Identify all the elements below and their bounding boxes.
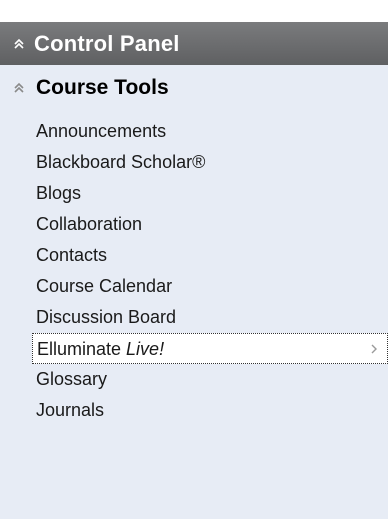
tool-item-journals[interactable]: Journals bbox=[0, 395, 388, 426]
tool-item-elluminate-live[interactable]: Elluminate Live! bbox=[32, 333, 388, 364]
course-tools-section: Course Tools Announcements Blackboard Sc… bbox=[0, 65, 388, 519]
control-panel: Control Panel Course Tools Announcements… bbox=[0, 0, 388, 519]
double-chevron-up-icon bbox=[12, 81, 26, 95]
control-panel-title: Control Panel bbox=[34, 30, 180, 56]
control-panel-header[interactable]: Control Panel bbox=[0, 22, 388, 65]
tool-item-glossary[interactable]: Glossary bbox=[0, 364, 388, 395]
course-tools-list: Announcements Blackboard Scholar® Blogs … bbox=[0, 116, 388, 426]
tool-item-course-calendar[interactable]: Course Calendar bbox=[0, 271, 388, 302]
tool-item-collaboration[interactable]: Collaboration bbox=[0, 209, 388, 240]
tool-item-announcements[interactable]: Announcements bbox=[0, 116, 388, 147]
tool-item-discussion-board[interactable]: Discussion Board bbox=[0, 302, 388, 333]
double-chevron-up-icon bbox=[12, 37, 26, 51]
tool-item-label: Elluminate bbox=[37, 339, 127, 359]
tool-item-blackboard-scholar[interactable]: Blackboard Scholar® bbox=[0, 147, 388, 178]
tool-item-blogs[interactable]: Blogs bbox=[0, 178, 388, 209]
course-tools-header[interactable]: Course Tools bbox=[0, 65, 388, 111]
tool-item-contacts[interactable]: Contacts bbox=[0, 240, 388, 271]
course-tools-title: Course Tools bbox=[36, 76, 169, 99]
chevron-right-icon[interactable] bbox=[369, 334, 379, 363]
tool-item-label-suffix: Live! bbox=[126, 339, 165, 359]
